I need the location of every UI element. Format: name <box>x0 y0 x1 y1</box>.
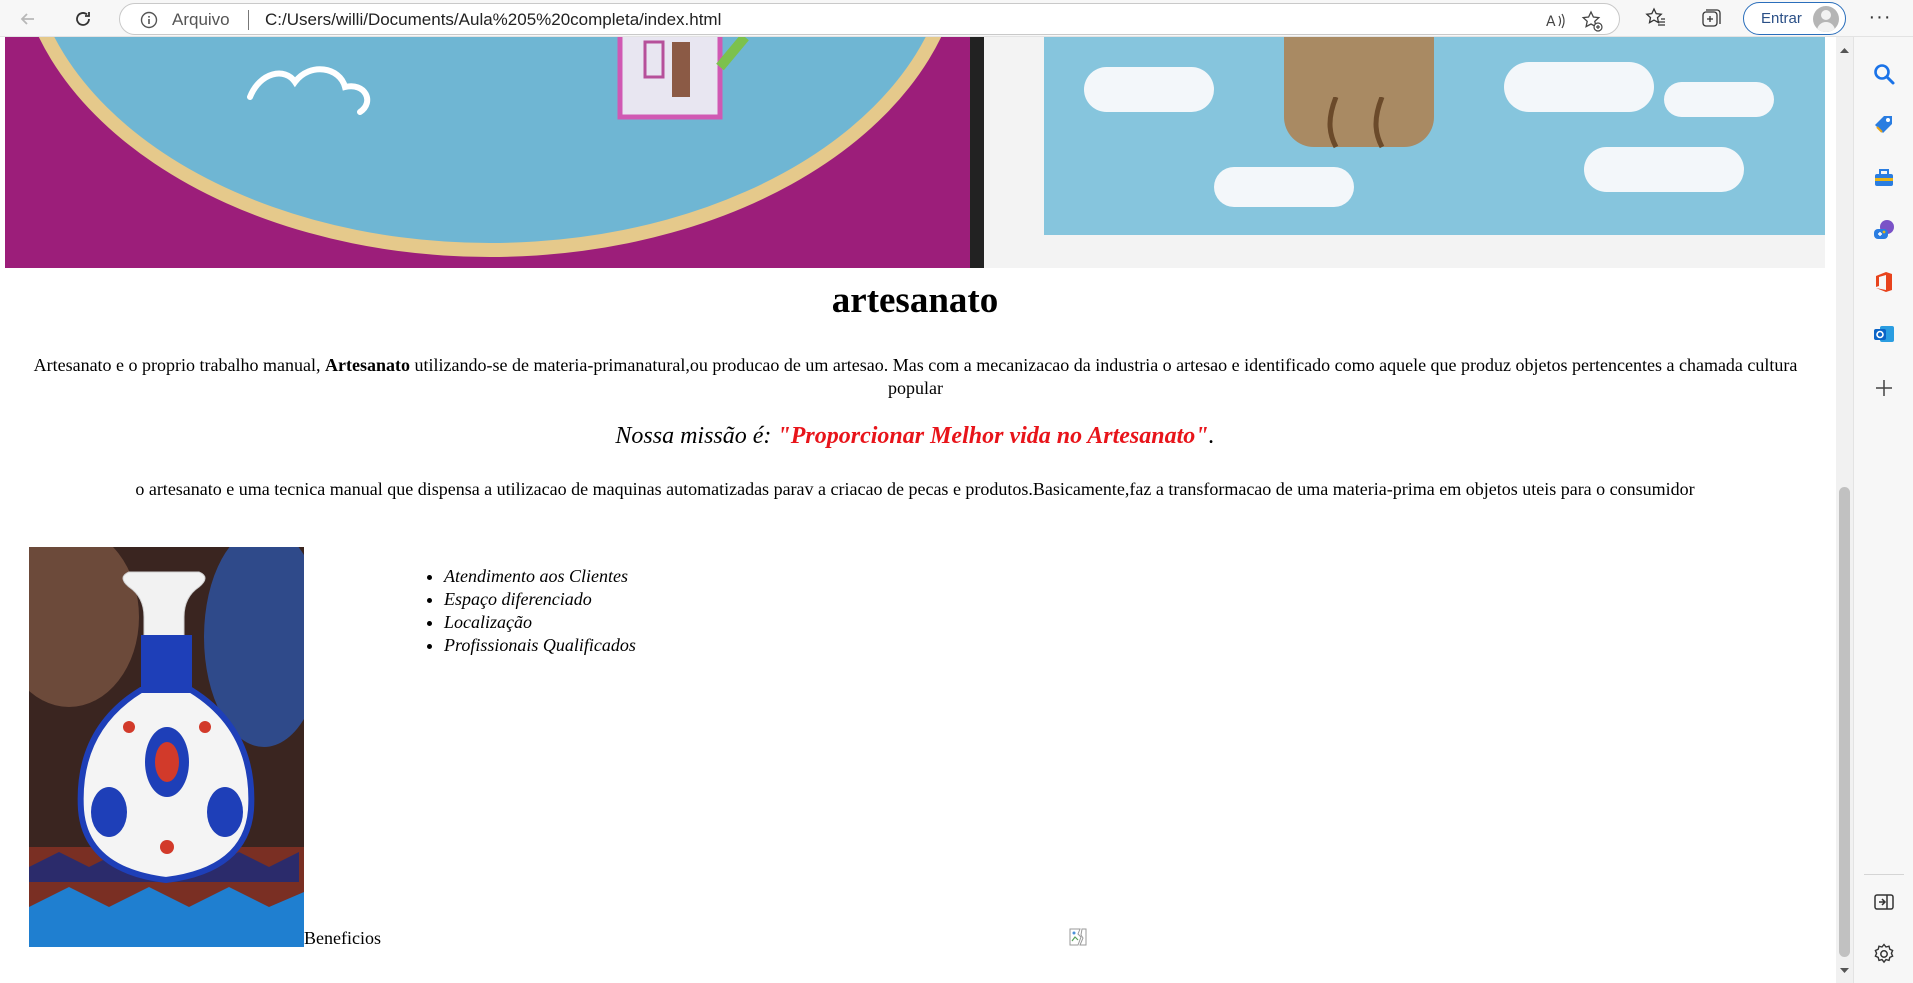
intro-bold-term: Artesanato <box>325 355 410 375</box>
page-viewport: artesanato Artesanato e o proprio trabal… <box>0 37 1838 983</box>
shopping-tag-icon[interactable] <box>1872 113 1896 137</box>
list-item: Espaço diferenciado <box>444 588 636 611</box>
vase-image <box>29 547 304 947</box>
read-aloud-icon[interactable]: A <box>1544 10 1566 32</box>
mission-prefix: Nossa missão é: <box>615 423 778 449</box>
collapse-sidebar-icon[interactable] <box>1872 890 1896 914</box>
scroll-up-icon[interactable] <box>1836 43 1853 57</box>
scroll-down-icon[interactable] <box>1836 964 1853 978</box>
scrollbar-thumb[interactable] <box>1839 487 1850 957</box>
signin-button[interactable]: Entrar <box>1743 2 1846 35</box>
address-separator <box>248 10 249 30</box>
mission-quote: "Proporcionar Melhor vida no Artesanato" <box>777 423 1209 449</box>
back-icon[interactable] <box>14 5 42 33</box>
embroidery-hoop-image <box>5 37 970 268</box>
mission-suffix: . <box>1208 423 1215 449</box>
add-favorite-icon[interactable] <box>1581 10 1603 32</box>
office-icon[interactable] <box>1872 270 1896 294</box>
hero-divider <box>970 37 984 268</box>
favorites-icon[interactable] <box>1645 7 1667 29</box>
search-icon[interactable] <box>1872 62 1896 86</box>
svg-text:A: A <box>1546 14 1556 30</box>
browser-toolbar: Arquivo C:/Users/willi/Documents/Aula%20… <box>0 0 1913 37</box>
list-item: Profissionais Qualificados <box>444 634 636 657</box>
page-title: artesanato <box>831 280 999 321</box>
edge-sidebar <box>1853 37 1913 983</box>
refresh-icon[interactable] <box>69 5 97 33</box>
address-label: Arquivo <box>172 10 230 29</box>
more-icon[interactable]: ··· <box>1862 5 1898 33</box>
sidebar-divider <box>1864 874 1904 875</box>
intro-paragraph: Artesanato e o proprio trabalho manual, … <box>8 354 1823 400</box>
features-list: Atendimento aos Clientes Espaço diferenc… <box>444 565 636 657</box>
tools-icon[interactable] <box>1872 166 1896 190</box>
settings-icon[interactable] <box>1872 942 1896 966</box>
broken-image-icon <box>1069 928 1087 946</box>
profile-icon <box>1813 6 1839 32</box>
address-bar[interactable]: Arquivo C:/Users/willi/Documents/Aula%20… <box>119 3 1620 35</box>
shadow-box-image <box>984 37 1825 268</box>
list-item: Localização <box>444 611 636 634</box>
mission-statement: Nossa missão é: "Proporcionar Melhor vid… <box>0 423 1830 450</box>
intro-text-start: Artesanato e o proprio trabalho manual, <box>33 355 325 375</box>
signin-label: Entrar <box>1761 10 1802 27</box>
collections-icon[interactable] <box>1700 7 1722 29</box>
info-icon[interactable] <box>140 11 158 29</box>
intro-text-end: utilizando-se de materia-primanatural,ou… <box>409 355 1798 398</box>
benefits-label: Beneficios <box>304 928 381 948</box>
vertical-scrollbar[interactable] <box>1836 37 1853 983</box>
description-paragraph: o artesanato e uma tecnica manual que di… <box>135 479 1695 499</box>
games-icon[interactable] <box>1872 218 1896 242</box>
list-item: Atendimento aos Clientes <box>444 565 636 588</box>
outlook-icon[interactable] <box>1872 322 1896 346</box>
hero-banner-image <box>5 37 1825 268</box>
url-text[interactable]: C:/Users/willi/Documents/Aula%205%20comp… <box>265 10 721 30</box>
add-icon[interactable] <box>1872 376 1896 400</box>
